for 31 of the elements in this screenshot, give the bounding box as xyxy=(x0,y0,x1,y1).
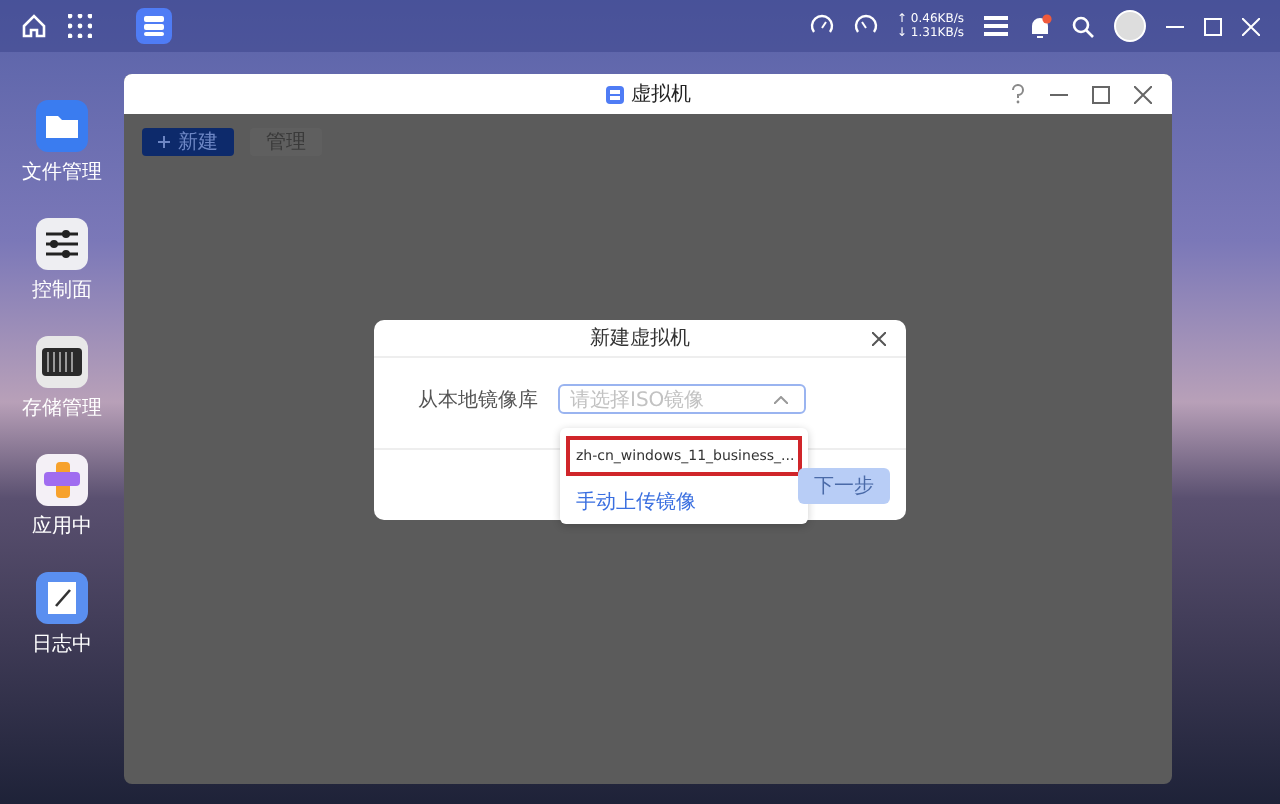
caret-icon xyxy=(774,395,788,403)
dialog-title: 新建虚拟机 xyxy=(590,325,690,352)
folder-icon[interactable] xyxy=(36,100,88,152)
maximize-icon[interactable] xyxy=(1092,85,1110,103)
desktop-icon-label[interactable]: 文件管理 xyxy=(22,158,102,186)
search-icon[interactable] xyxy=(1072,15,1094,37)
upload-link[interactable]: 手动上传镜像 xyxy=(566,488,802,516)
gauge-icon[interactable] xyxy=(853,14,877,38)
grid-icon[interactable] xyxy=(68,14,92,38)
app-icon[interactable] xyxy=(136,8,172,44)
desktop-icon-label[interactable]: 存储管理 xyxy=(22,394,102,422)
close-icon[interactable] xyxy=(872,332,886,346)
desktop-icon-label[interactable]: 控制面 xyxy=(32,276,92,304)
help-icon[interactable] xyxy=(1010,84,1026,104)
home-icon[interactable] xyxy=(20,12,48,40)
gauge-icon[interactable] xyxy=(809,14,833,38)
sliders-icon[interactable] xyxy=(36,218,88,270)
notebook-icon[interactable] xyxy=(36,572,88,624)
apps-icon[interactable] xyxy=(36,454,88,506)
window-title: 虚拟机 xyxy=(631,81,691,108)
storage-icon[interactable] xyxy=(36,336,88,388)
new-button[interactable]: 新建 xyxy=(142,128,234,156)
desktop-icon-label[interactable]: 应用中 xyxy=(32,512,92,540)
avatar[interactable] xyxy=(1114,10,1146,42)
list-icon[interactable] xyxy=(984,16,1008,36)
field-label: 从本地镜像库 xyxy=(418,387,538,416)
desktop-icon-label[interactable]: 日志中 xyxy=(32,630,92,658)
bell-icon[interactable] xyxy=(1028,13,1052,39)
app-icon xyxy=(605,85,623,103)
close-icon[interactable] xyxy=(1134,85,1152,103)
plus-icon xyxy=(158,136,170,148)
